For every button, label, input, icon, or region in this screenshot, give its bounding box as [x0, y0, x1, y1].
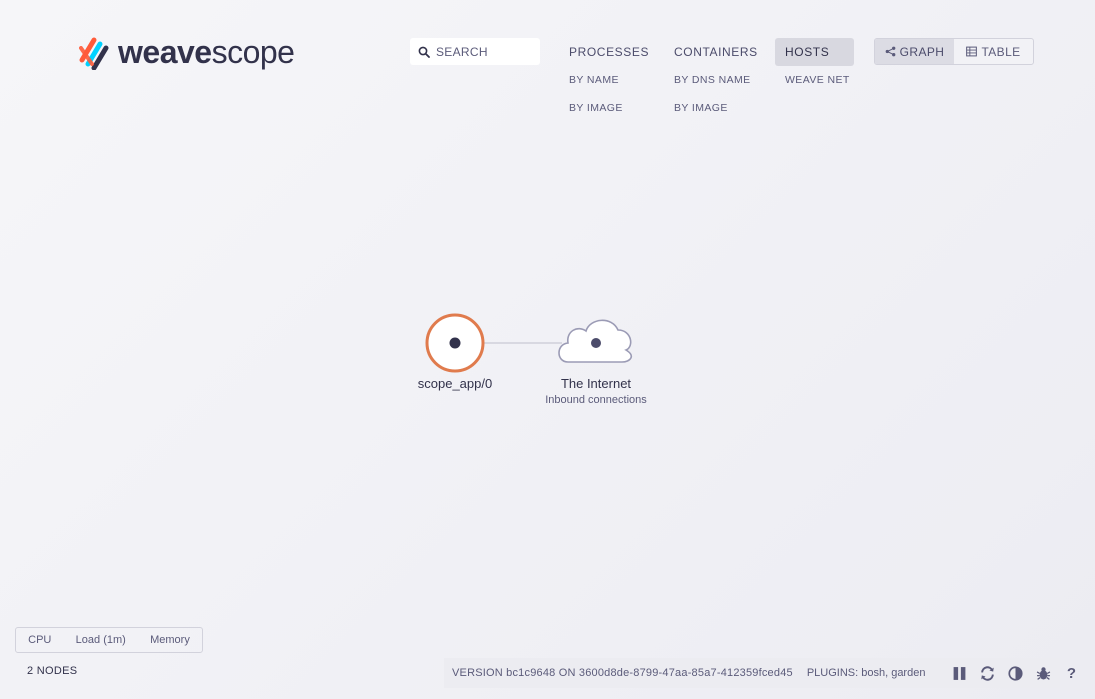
refresh-button[interactable]: [979, 665, 995, 681]
help-button[interactable]: ?: [1063, 665, 1079, 682]
contrast-icon: [1008, 665, 1023, 681]
pause-button[interactable]: [951, 665, 967, 681]
node-label-the-internet: The Internet: [560, 376, 632, 391]
metric-load[interactable]: Load (1m): [76, 634, 126, 646]
logo-scope: scope: [211, 34, 295, 70]
refresh-icon: [981, 665, 994, 681]
node-scope-app[interactable]: [425, 313, 485, 373]
version-info: VERSION bc1c9648 ON 3600d8de-8799-47aa-8…: [452, 667, 793, 679]
search-placeholder: SEARCH: [436, 44, 488, 59]
sub-topology-by-dns-name[interactable]: BY DNS NAME: [664, 66, 768, 94]
debug-button[interactable]: [1035, 665, 1051, 681]
table-icon: [966, 46, 978, 57]
search-input[interactable]: SEARCH: [410, 38, 540, 65]
sub-topology-by-image[interactable]: BY IMAGE: [559, 94, 659, 122]
node-label-scope-app: scope_app/0: [417, 376, 493, 391]
weavescope-logo: weavescope: [78, 32, 295, 72]
metric-selector: CPU Load (1m) Memory: [15, 627, 203, 653]
graph-view-label: GRAPH: [899, 44, 945, 59]
topology-hosts-button[interactable]: HOSTS: [775, 38, 854, 66]
topology-hosts: HOSTS WEAVE NET: [775, 38, 860, 94]
table-view-label: TABLE: [981, 44, 1021, 59]
sub-topology-weave-net[interactable]: WEAVE NET: [775, 66, 860, 94]
plugins-info: PLUGINS: bosh, garden: [806, 667, 926, 679]
pause-icon: [953, 666, 966, 680]
footer-actions: ?: [939, 665, 1079, 682]
search-icon: [418, 46, 430, 58]
topology-processes-button[interactable]: PROCESSES: [559, 38, 659, 66]
graph-view-button[interactable]: GRAPH: [875, 39, 954, 64]
footer: VERSION bc1c9648 ON 3600d8de-8799-47aa-8…: [444, 658, 1076, 688]
topology-graph: [425, 313, 633, 373]
share-icon: [885, 46, 896, 57]
metric-cpu[interactable]: CPU: [28, 634, 51, 646]
metric-memory[interactable]: Memory: [150, 634, 190, 646]
cloud-icon: [558, 319, 633, 363]
view-mode-toggle: GRAPH TABLE: [874, 38, 1034, 65]
node-the-internet[interactable]: [558, 319, 633, 363]
weave-logo-icon: [79, 37, 109, 70]
logo-weave: weave: [118, 34, 212, 70]
topology-processes: PROCESSES BY NAME BY IMAGE: [559, 38, 659, 122]
sub-topology-by-name[interactable]: BY NAME: [559, 66, 659, 94]
topology-containers: CONTAINERS BY DNS NAME BY IMAGE: [664, 38, 768, 122]
sub-topology-containers-by-image[interactable]: BY IMAGE: [664, 94, 768, 122]
contrast-toggle-button[interactable]: [1007, 665, 1023, 681]
node-sublabel-the-internet: Inbound connections: [545, 394, 647, 406]
app-title: weavescope: [118, 34, 295, 70]
bug-icon: [1036, 666, 1051, 680]
table-view-button[interactable]: TABLE: [954, 39, 1033, 64]
topology-containers-button[interactable]: CONTAINERS: [664, 38, 768, 66]
node-count: 2 NODES: [27, 665, 78, 677]
